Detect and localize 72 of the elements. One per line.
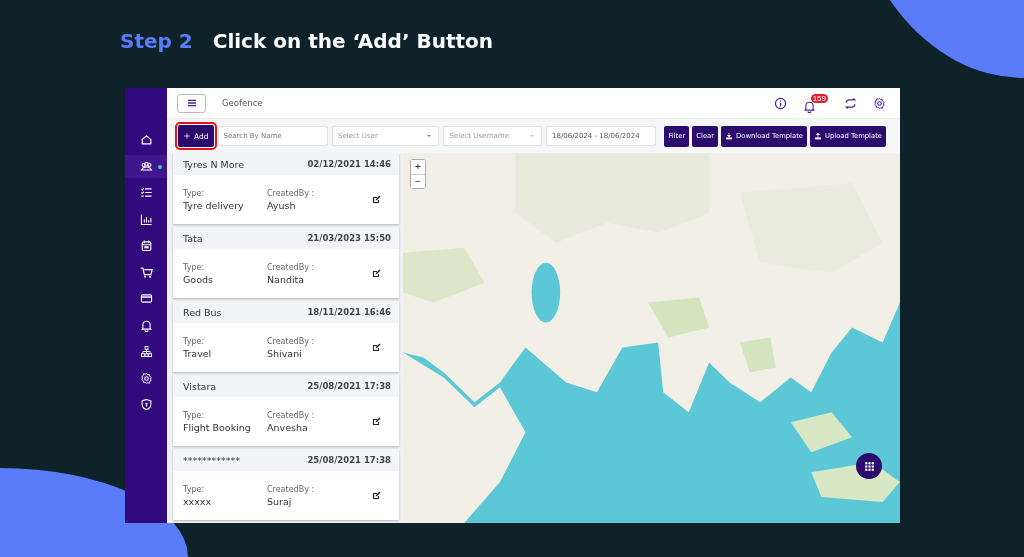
edit-icon <box>372 343 381 352</box>
users-icon <box>139 159 153 173</box>
sync-icon <box>844 96 857 110</box>
chart-icon <box>139 212 153 226</box>
plus-icon <box>183 132 191 140</box>
bell-icon <box>803 99 816 113</box>
slide-heading: Click on the ‘Add’ Button <box>212 29 494 53</box>
geofence-date: 21/03/2023 15:50 <box>307 233 391 243</box>
info-icon <box>774 96 787 110</box>
edit-icon <box>372 417 381 426</box>
edit-icon <box>372 195 381 204</box>
zoom-out-button[interactable]: − <box>411 174 425 188</box>
menu-button[interactable] <box>177 93 206 113</box>
created-by-value: Ayush <box>267 199 297 211</box>
type-value: Goods <box>183 273 214 285</box>
geofence-card[interactable]: Tyres N More 02/12/2021 14:46 Type: Tyre delivery CreatedBy : Ayush <box>173 153 399 224</box>
geofence-name: Red Bus <box>183 306 222 318</box>
geofence-name: Vistara <box>183 380 217 392</box>
list-icon <box>139 186 153 200</box>
edit-icon <box>372 269 381 278</box>
geofence-card[interactable]: Red Bus 18/11/2021 16:46 Type: Travel CreatedBy : Shivani <box>173 301 399 372</box>
sidebar-item[interactable] <box>125 154 167 178</box>
created-by-label: CreatedBy : <box>267 262 316 272</box>
card-icon <box>139 292 153 306</box>
bell-icon <box>139 318 153 332</box>
geofence-name: Tyres N More <box>183 158 245 170</box>
geofence-card[interactable]: Vistara 25/08/2021 17:38 Type: Flight Booking CreatedBy : Anvesha <box>173 375 399 446</box>
type-value: Travel <box>183 347 213 359</box>
gear-icon <box>139 371 153 385</box>
geofence-name: ************ <box>183 454 240 466</box>
download-icon <box>725 132 734 140</box>
network-icon <box>139 345 153 359</box>
created-by-label: CreatedBy : <box>267 484 316 494</box>
type-label: Type: <box>183 410 206 420</box>
menu-icon <box>185 97 198 109</box>
shield-icon <box>139 398 153 412</box>
upload-icon <box>814 132 822 140</box>
sync-button[interactable] <box>844 96 857 110</box>
created-by-label: CreatedBy : <box>267 188 316 198</box>
edit-icon <box>372 491 381 500</box>
notification-badge: 159 <box>810 93 828 103</box>
type-label: Type: <box>183 262 206 272</box>
geofence-date: 02/12/2021 14:46 <box>307 159 391 169</box>
created-by-label: CreatedBy : <box>267 410 316 420</box>
info-button[interactable] <box>774 96 787 110</box>
geofence-date: 18/11/2021 16:46 <box>307 307 391 317</box>
type-label: Type: <box>183 484 206 494</box>
created-by-value: Nandita <box>267 273 306 285</box>
grid-icon <box>862 459 876 473</box>
created-by-value: Anvesha <box>267 421 309 433</box>
settings-button[interactable] <box>873 96 886 110</box>
page-title: Geofence <box>222 98 264 108</box>
geofence-name: Tata <box>183 232 203 244</box>
geofence-date: 25/08/2021 17:38 <box>307 455 391 465</box>
geofence-card[interactable]: ************ 25/08/2021 17:38 Type: xxxxx CreatedBy : Suraj <box>173 449 399 520</box>
notifications-button[interactable]: 159 <box>803 93 828 113</box>
type-value: Flight Booking <box>183 421 252 433</box>
created-by-label: CreatedBy : <box>267 336 316 346</box>
settings-icon <box>873 96 886 110</box>
type-value: Tyre delivery <box>183 199 245 211</box>
cart-icon <box>139 265 153 279</box>
type-label: Type: <box>183 336 206 346</box>
type-label: Type: <box>183 188 206 198</box>
geofence-date: 25/08/2021 17:38 <box>307 381 391 391</box>
created-by-value: Shivani <box>267 347 303 359</box>
geofence-card[interactable]: Tata 21/03/2023 15:50 Type: Goods CreatedBy : Nandita <box>173 227 399 298</box>
home-icon <box>139 133 153 147</box>
calendar-icon <box>139 239 153 253</box>
step-label: Step 2 <box>120 29 193 53</box>
created-by-value: Suraj <box>267 495 293 507</box>
active-dot <box>158 164 162 169</box>
type-value: xxxxx <box>183 495 213 507</box>
